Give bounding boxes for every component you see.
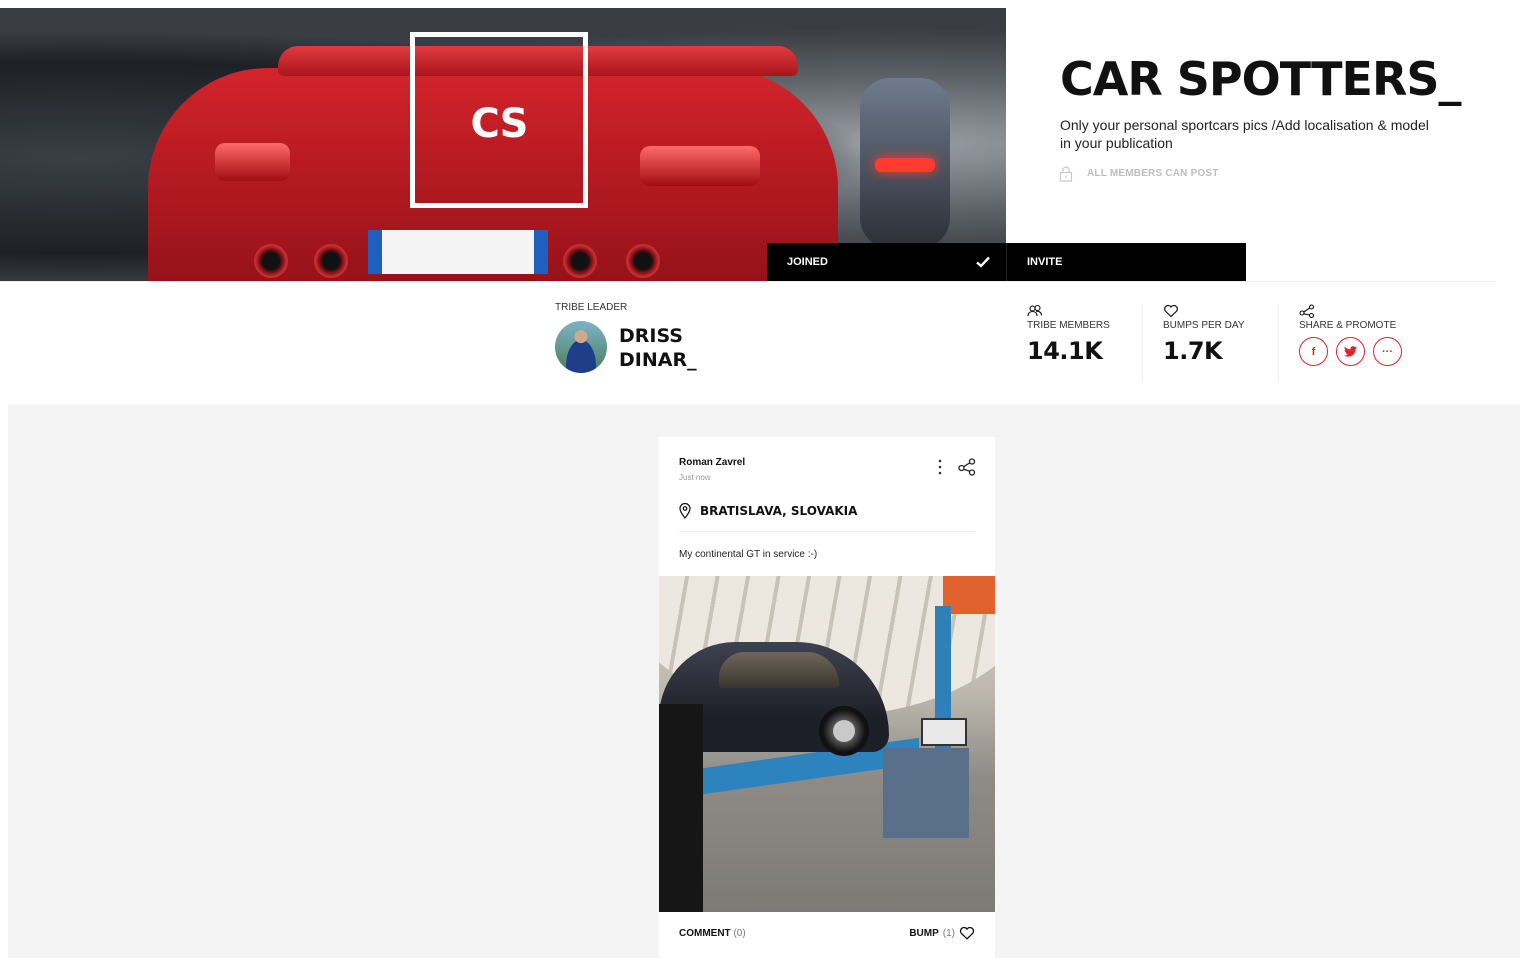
post-location[interactable]: BRATISLAVA, SLOVAKIA <box>700 504 857 518</box>
post-footer: COMMENT (0) BUMP (1) <box>659 912 995 958</box>
joined-button[interactable]: JOINED <box>767 243 1006 281</box>
share-promote-label: SHARE & PROMOTE <box>1299 320 1397 331</box>
tribe-logo: CS <box>410 32 588 208</box>
more-vertical-icon[interactable] <box>933 457 947 477</box>
tribe-members-value: 14.1K <box>1027 337 1103 365</box>
cover-car-taillight-right <box>640 146 760 186</box>
post-photo[interactable] <box>659 576 995 912</box>
location-pin-icon <box>679 503 691 519</box>
members-icon <box>1027 304 1043 317</box>
photo-diagnostic-cart <box>883 748 969 838</box>
bump-count: (1) <box>942 927 955 939</box>
cover-motorcycle-light <box>875 158 935 172</box>
post-author[interactable]: Roman Zavrel <box>679 457 745 468</box>
cover-car-exhaust <box>314 244 348 278</box>
heart-icon <box>959 926 975 940</box>
leader-name-line2: DINAR_ <box>619 349 697 371</box>
invite-label: INVITE <box>1027 256 1063 268</box>
header-divider <box>0 281 1496 282</box>
stat-divider <box>1278 304 1279 382</box>
more-share-button[interactable]: ··· <box>1373 337 1402 366</box>
more-dots-icon: ··· <box>1382 345 1393 358</box>
avatar[interactable] <box>555 321 607 373</box>
photo-mechanic <box>659 704 703 912</box>
tribe-members-label: TRIBE MEMBERS <box>1027 320 1110 331</box>
comment-count: (0) <box>733 928 746 939</box>
stat-share-promote: SHARE & PROMOTE f ··· <box>1299 304 1402 366</box>
check-icon <box>976 256 990 268</box>
twitter-icon <box>1344 346 1357 357</box>
tribe-leader-label: TRIBE LEADER <box>555 302 628 313</box>
cover-car-exhaust <box>254 244 288 278</box>
tribe-action-bar: JOINED INVITE <box>767 243 1246 281</box>
invite-button[interactable]: INVITE <box>1006 243 1246 281</box>
stat-divider <box>1142 304 1143 382</box>
cover-car-taillight-left <box>215 143 290 181</box>
post-card: Roman Zavrel Just now BRATISLAVA, SLOVAK… <box>659 437 995 967</box>
tribe-title: CAR SPOTTERS_ <box>1060 52 1462 106</box>
cover-car-exhaust <box>563 244 597 278</box>
comment-button[interactable]: COMMENT (0) <box>679 928 746 939</box>
stat-bumps-per-day: BUMPS PER DAY 1.7K <box>1163 304 1245 365</box>
tribe-logo-text: CS <box>470 101 529 147</box>
facebook-share-button[interactable]: f <box>1299 337 1328 366</box>
bump-label: BUMP <box>909 927 939 939</box>
heart-icon <box>1164 304 1178 318</box>
post-timestamp: Just now <box>679 473 711 482</box>
bump-button[interactable]: BUMP (1) <box>909 926 975 940</box>
tribe-header: CAR SPOTTERS_ Only your personal sportca… <box>1006 8 1520 244</box>
post-permission-label: ALL MEMBERS CAN POST <box>1087 168 1219 179</box>
bumps-per-day-value: 1.7K <box>1163 337 1223 365</box>
facebook-icon: f <box>1311 345 1316 358</box>
tribe-cover-image: CS <box>0 8 1006 281</box>
tribe-description: Only your personal sportcars pics /Add l… <box>1060 117 1429 151</box>
lock-icon <box>1059 166 1073 182</box>
photo-laptop <box>921 718 967 746</box>
leader-name-line1: DRISS <box>619 325 683 347</box>
post-divider <box>679 531 975 532</box>
stat-tribe-members: TRIBE MEMBERS 14.1K <box>1027 304 1110 365</box>
photo-car-window <box>719 652 839 688</box>
post-caption: My continental GT in service :-) <box>679 549 818 560</box>
twitter-share-button[interactable] <box>1336 337 1365 366</box>
bumps-per-day-label: BUMPS PER DAY <box>1163 320 1245 331</box>
tribe-leader-name[interactable]: DRISS DINAR_ <box>619 324 729 372</box>
share-icon[interactable] <box>957 457 977 477</box>
tribe-feed: Roman Zavrel Just now BRATISLAVA, SLOVAK… <box>8 405 1520 967</box>
cover-car-exhaust <box>626 244 660 278</box>
photo-car-wheel <box>819 706 869 756</box>
share-icon <box>1299 304 1315 318</box>
share-buttons: f ··· <box>1299 337 1402 366</box>
joined-label: JOINED <box>787 256 828 268</box>
cover-car-plate <box>368 230 548 274</box>
comment-label: COMMENT <box>679 928 731 939</box>
